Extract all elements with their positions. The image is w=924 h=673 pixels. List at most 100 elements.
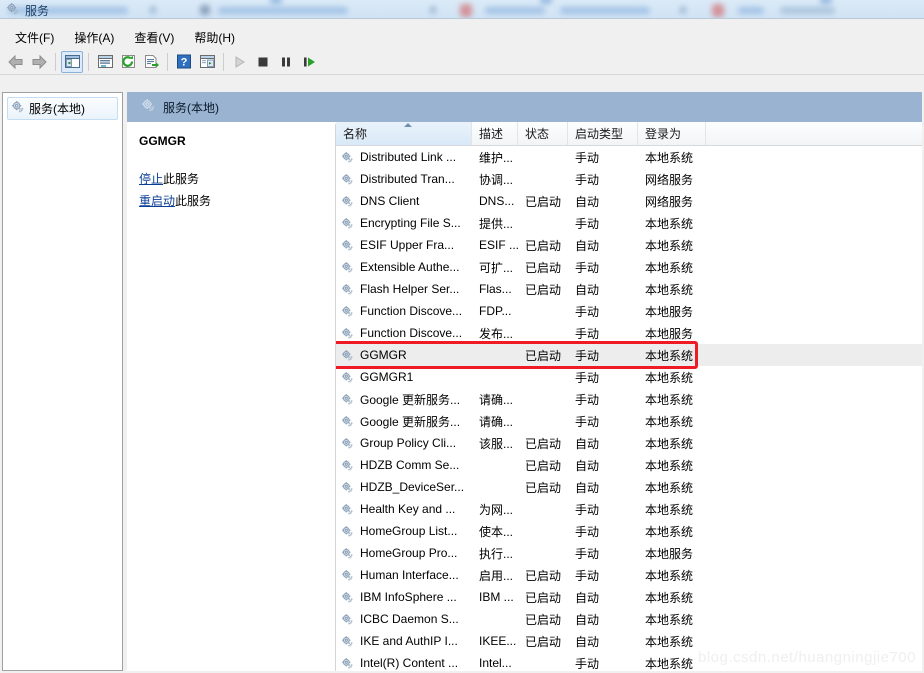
menu-view[interactable]: 查看(V) [125, 27, 183, 48]
toolbar-separator [167, 52, 168, 71]
service-name-text: Group Policy Cli... [360, 436, 457, 450]
cell-logon-as: 网络服务 [645, 172, 694, 187]
cell-status: 已启动 [525, 348, 562, 363]
column-header-status-label: 状态 [525, 127, 550, 141]
cell-logon-as: 本地系统 [645, 216, 694, 231]
column-header-name[interactable]: 名称 [336, 122, 472, 145]
toolbar-forward[interactable] [28, 51, 50, 73]
cell-logon-as: 本地系统 [645, 348, 694, 363]
menu-help[interactable]: 帮助(H) [185, 27, 244, 48]
toolbar-properties[interactable] [94, 51, 116, 73]
table-row[interactable]: Group Policy Cli... 该服... 已启动 自动 本地系统 [336, 432, 922, 454]
service-name-text: Google 更新服务... [360, 392, 461, 407]
cell-startup-type: 手动 [575, 502, 600, 517]
service-name-text: HDZB Comm Se... [360, 458, 460, 472]
table-row[interactable]: Health Key and ... 为网... 手动 本地系统 [336, 498, 922, 520]
cell-logon-as: 本地系统 [645, 656, 694, 671]
toolbar-refresh[interactable] [117, 51, 139, 73]
table-row[interactable]: Human Interface... 启用... 已启动 手动 本地系统 [336, 564, 922, 586]
cell-description: 请确... [479, 414, 514, 429]
stop-service-link[interactable]: 停止此服务 [139, 170, 327, 187]
menu-file[interactable]: 文件(F) [6, 27, 63, 48]
listview-header: 名称 描述 状态 启动类型 登录为 [336, 122, 922, 146]
toolbar-console-tree[interactable] [196, 51, 218, 73]
service-detail-pane: GGMGR 停止此服务 重启动此服务 [127, 122, 337, 671]
cell-description: 为网... [479, 502, 514, 517]
restart-service-link[interactable]: 重启动此服务 [139, 192, 327, 209]
table-row[interactable]: GGMGR1 手动 本地系统 [336, 366, 922, 388]
table-row[interactable]: Distributed Tran... 协调... 手动 网络服务 [336, 168, 922, 190]
table-row[interactable]: IBM InfoSphere ... IBM ... 已启动 自动 本地系统 [336, 586, 922, 608]
tree-item-services-local[interactable]: 服务(本地) [7, 97, 118, 120]
column-header-logon-as[interactable]: 登录为 [638, 122, 706, 145]
cell-status: 已启动 [525, 480, 562, 495]
toolbar-show-tree[interactable] [61, 50, 83, 73]
cell-startup-type: 自动 [575, 634, 600, 649]
cell-description: IKEE... [479, 634, 517, 648]
table-row[interactable]: Flash Helper Ser... Flas... 已启动 自动 本地系统 [336, 278, 922, 300]
cell-description: DNS... [479, 194, 515, 208]
table-row[interactable]: GGMGR 已启动 手动 本地系统 [336, 344, 922, 366]
column-header-status[interactable]: 状态 [518, 122, 568, 145]
toolbar-pause-service[interactable] [275, 51, 297, 73]
service-name-text: HomeGroup Pro... [360, 546, 458, 560]
cell-logon-as: 本地系统 [645, 238, 694, 253]
toolbar-restart-service[interactable] [298, 51, 320, 73]
table-row[interactable]: Google 更新服务... 请确... 手动 本地系统 [336, 410, 922, 432]
cell-status: 已启动 [525, 436, 562, 451]
menu-action[interactable]: 操作(A) [65, 27, 123, 48]
table-row[interactable]: HomeGroup List... 使本... 手动 本地系统 [336, 520, 922, 542]
cell-startup-type: 自动 [575, 282, 600, 297]
cell-startup-type: 手动 [575, 260, 600, 275]
cell-service-name: Intel(R) Content ... [336, 656, 472, 670]
table-row[interactable]: Google 更新服务... 请确... 手动 本地系统 [336, 388, 922, 410]
services-gear-icon [11, 100, 25, 117]
cell-status: 已启动 [525, 458, 562, 473]
service-name-text: HDZB_DeviceSer... [360, 480, 465, 494]
table-row[interactable]: HDZB Comm Se... 已启动 自动 本地系统 [336, 454, 922, 476]
column-header-description-label: 描述 [479, 127, 504, 141]
toolbar-start-service[interactable] [229, 51, 251, 73]
cell-service-name: Function Discove... [336, 304, 472, 318]
watermark: blog.csdn.net/huangningjie700 [697, 649, 916, 666]
toolbar-help[interactable]: ? [173, 51, 195, 73]
service-name-text: Function Discove... [360, 304, 463, 318]
table-row[interactable]: HomeGroup Pro... 执行... 手动 本地服务 [336, 542, 922, 564]
menubar: 文件(F) 操作(A) 查看(V) 帮助(H) [0, 27, 924, 47]
restart-service-suffix: 此服务 [175, 194, 212, 208]
table-row[interactable]: Encrypting File S... 提供... 手动 本地系统 [336, 212, 922, 234]
cell-status: 已启动 [525, 612, 562, 627]
cell-service-name: Distributed Tran... [336, 172, 472, 186]
table-row[interactable]: ESIF Upper Fra... ESIF ... 已启动 自动 本地系统 [336, 234, 922, 256]
table-row[interactable]: DNS Client DNS... 已启动 自动 网络服务 [336, 190, 922, 212]
cell-logon-as: 本地系统 [645, 568, 694, 583]
table-row[interactable]: ICBC Daemon S... 已启动 自动 本地系统 [336, 608, 922, 630]
sort-ascending-icon [403, 123, 412, 127]
cell-description: FDP... [479, 304, 512, 318]
cell-status: 已启动 [525, 634, 562, 649]
service-name-text: Flash Helper Ser... [360, 282, 460, 296]
table-row[interactable]: Function Discove... FDP... 手动 本地服务 [336, 300, 922, 322]
cell-service-name: HomeGroup List... [336, 524, 472, 538]
service-name-text: IKE and AuthIP I... [360, 634, 458, 648]
toolbar-stop-service[interactable] [252, 51, 274, 73]
window-titlebar: 服务 [0, 1, 924, 19]
table-row[interactable]: Function Discove... 发布... 手动 本地服务 [336, 322, 922, 344]
cell-startup-type: 手动 [575, 392, 600, 407]
table-row[interactable]: Extensible Authe... 可扩... 已启动 手动 本地系统 [336, 256, 922, 278]
toolbar-export-list[interactable] [140, 51, 162, 73]
column-header-description[interactable]: 描述 [472, 122, 518, 145]
toolbar-separator [223, 52, 224, 71]
cell-startup-type: 自动 [575, 480, 600, 495]
cell-description: Intel... [479, 656, 512, 670]
window-title: 服务 [25, 3, 50, 18]
toolbar-back[interactable] [5, 51, 27, 73]
table-row[interactable]: Distributed Link ... 维护... 手动 本地系统 [336, 146, 922, 168]
cell-logon-as: 本地系统 [645, 370, 694, 385]
table-row[interactable]: HDZB_DeviceSer... 已启动 自动 本地系统 [336, 476, 922, 498]
cell-logon-as: 本地服务 [645, 546, 694, 561]
toolbar-separator [88, 52, 89, 71]
cell-service-name: Flash Helper Ser... [336, 282, 472, 296]
cell-service-name: Human Interface... [336, 568, 472, 582]
column-header-startup-type[interactable]: 启动类型 [568, 122, 638, 145]
